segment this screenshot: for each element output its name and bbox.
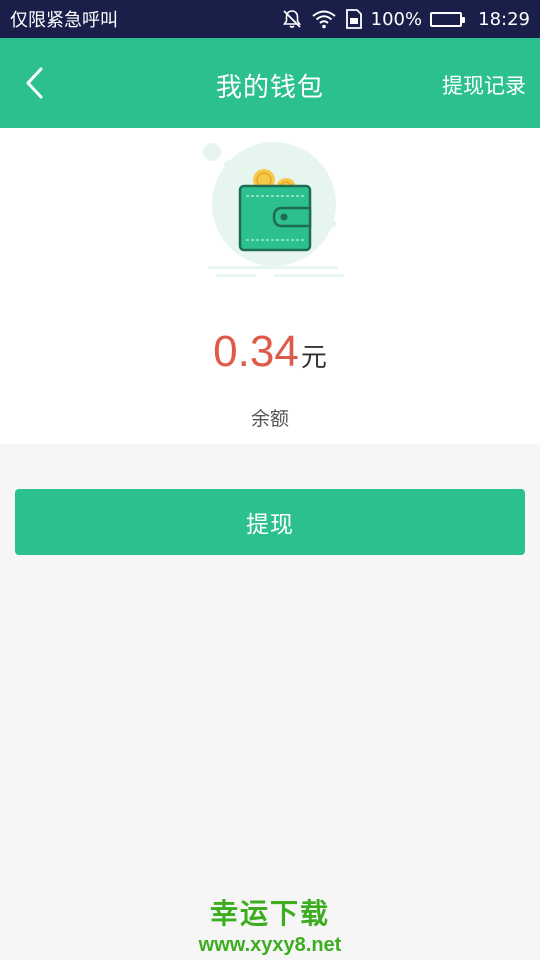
- status-right: 100% 18:29: [281, 9, 530, 30]
- clock: 18:29: [478, 8, 530, 30]
- watermark-name: 幸运下载: [209, 897, 330, 930]
- battery-percent: 100%: [370, 8, 423, 30]
- balance-unit: 元: [300, 343, 327, 373]
- withdraw-button[interactable]: 提现: [15, 489, 525, 555]
- mute-icon: [281, 9, 303, 29]
- carrier-text: 仅限紧急呼叫: [10, 10, 118, 31]
- withdraw-button-label: 提现: [246, 512, 294, 538]
- balance-card: 0.34元 余额: [0, 128, 540, 444]
- watermark-url: www.xyxy8.net: [198, 934, 342, 956]
- app-header: 我的钱包 提现记录: [0, 38, 540, 128]
- status-left: 仅限紧急呼叫: [10, 6, 118, 32]
- battery-icon: [430, 11, 466, 27]
- balance-label: 余额: [250, 408, 289, 430]
- wallet-screen: 仅限紧急呼叫 100% 18:29 我的钱包 提现记录 0.34元 余额 提现 …: [0, 0, 540, 960]
- wifi-icon: [311, 9, 337, 29]
- withdraw-history-link[interactable]: 提现记录: [442, 70, 526, 100]
- sim-icon: [345, 9, 363, 29]
- watermark: 幸运下载 www.xyxy8.net: [0, 892, 540, 957]
- balance-amount: 0.34元: [0, 330, 540, 374]
- status-bar: 仅限紧急呼叫 100% 18:29: [0, 0, 540, 38]
- balance-value: 0.34: [213, 327, 299, 376]
- wallet-icon: [190, 138, 350, 292]
